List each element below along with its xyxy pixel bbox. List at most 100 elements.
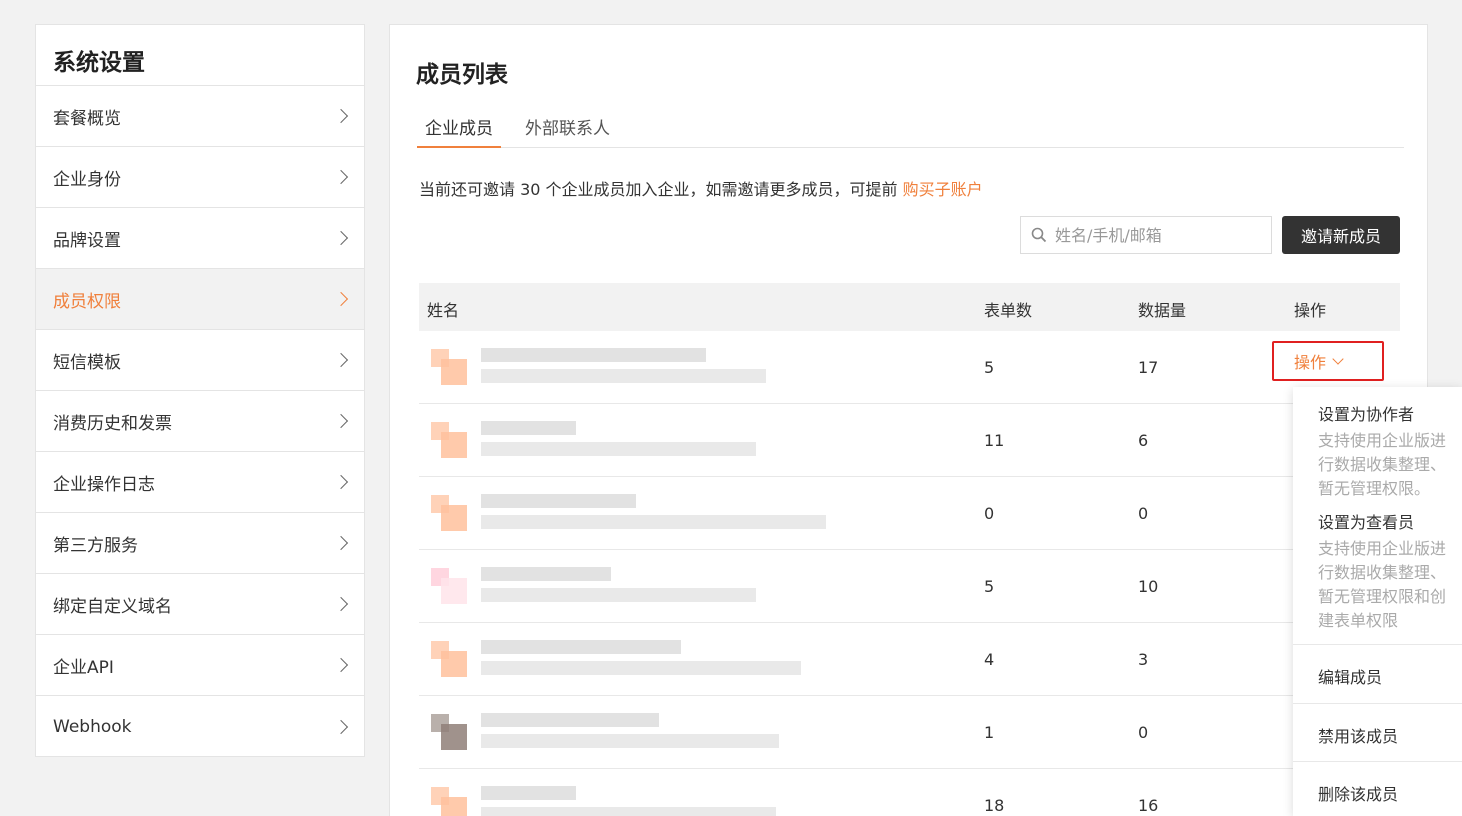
sidebar-item-label: 品牌设置 xyxy=(53,230,121,251)
member-table: 姓名 表单数 数据量 操作 5 17 操作 11 6 0 0 5 10 4 3 … xyxy=(419,283,1400,816)
forms-count: 11 xyxy=(984,431,1005,450)
sidebar-item-label: 消费历史和发票 xyxy=(53,413,172,434)
sidebar-item-label: 套餐概览 xyxy=(53,108,121,129)
data-count: 17 xyxy=(1138,358,1159,377)
search-input[interactable] xyxy=(1055,225,1255,245)
sidebar-title: 系统设置 xyxy=(36,25,364,86)
buy-sub-account-link[interactable]: 购买子账户 xyxy=(903,180,983,199)
chevron-right-icon xyxy=(333,169,349,185)
sidebar-item-webhook[interactable]: Webhook xyxy=(36,696,364,757)
sidebar-item-plan-overview[interactable]: 套餐概览 xyxy=(36,86,364,147)
member-contact-redacted xyxy=(481,661,801,675)
invite-member-button[interactable]: 邀请新成员 xyxy=(1282,216,1400,254)
member-contact-redacted xyxy=(481,442,756,456)
forms-count: 5 xyxy=(984,577,995,596)
sidebar-item-label: 企业操作日志 xyxy=(53,474,155,495)
sidebar-item-enterprise-identity[interactable]: 企业身份 xyxy=(36,147,364,208)
sidebar-item-custom-domain[interactable]: 绑定自定义域名 xyxy=(36,574,364,635)
chevron-right-icon xyxy=(333,413,349,429)
sidebar-item-label: 成员权限 xyxy=(53,291,121,312)
data-count: 0 xyxy=(1138,504,1149,523)
avatar xyxy=(431,787,467,816)
search-icon xyxy=(1031,227,1047,243)
sidebar-item-brand-settings[interactable]: 品牌设置 xyxy=(36,208,364,269)
menu-item-edit-member[interactable]: 编辑成员 xyxy=(1318,664,1382,688)
member-name-redacted xyxy=(481,494,636,508)
member-name-redacted xyxy=(481,421,576,435)
menu-item-delete-member[interactable]: 删除该成员 xyxy=(1318,781,1398,805)
table-row: 0 0 xyxy=(419,477,1400,550)
member-contact-redacted xyxy=(481,734,779,748)
member-name-redacted xyxy=(481,713,659,727)
member-name-redacted xyxy=(481,640,681,654)
table-row: 5 10 xyxy=(419,550,1400,623)
row-actions-dropdown[interactable]: 操作 xyxy=(1272,341,1384,381)
avatar xyxy=(431,495,467,531)
forms-count: 1 xyxy=(984,723,995,742)
menu-item-desc: 支持使用企业版进行数据收集整理、暂无管理权限。 xyxy=(1318,431,1447,498)
notice-text: 当前还可邀请 30 个企业成员加入企业，如需邀请更多成员，可提前 xyxy=(419,180,903,199)
avatar xyxy=(431,568,467,604)
header-data: 数据量 xyxy=(1138,301,1187,320)
avatar xyxy=(431,714,467,750)
menu-item-disable-member[interactable]: 禁用该成员 xyxy=(1318,723,1398,747)
chevron-right-icon xyxy=(333,596,349,612)
table-row: 5 17 操作 xyxy=(419,331,1400,404)
table-header: 姓名 表单数 数据量 操作 xyxy=(419,283,1400,331)
chevron-right-icon xyxy=(333,719,349,734)
tab-external-contacts[interactable]: 外部联系人 xyxy=(525,114,610,147)
table-row: 1 0 xyxy=(419,696,1400,769)
sidebar-item-label: 企业API xyxy=(53,657,114,678)
avatar xyxy=(431,422,467,458)
member-name-redacted xyxy=(481,567,611,581)
menu-divider xyxy=(1293,761,1462,762)
table-row: 11 6 xyxy=(419,404,1400,477)
actions-dropdown-menu: 设置为协作者 支持使用企业版进行数据收集整理、暂无管理权限。 设置为查看员 支持… xyxy=(1293,387,1462,816)
sidebar-item-third-party[interactable]: 第三方服务 xyxy=(36,513,364,574)
actions-label: 操作 xyxy=(1294,353,1327,372)
forms-count: 0 xyxy=(984,504,995,523)
member-name-redacted xyxy=(481,348,706,362)
avatar xyxy=(431,349,467,385)
sidebar-item-operation-log[interactable]: 企业操作日志 xyxy=(36,452,364,513)
chevron-right-icon xyxy=(333,352,349,368)
invite-quota-notice: 当前还可邀请 30 个企业成员加入企业，如需邀请更多成员，可提前 购买子账户 xyxy=(419,176,983,200)
data-count: 0 xyxy=(1138,723,1149,742)
chevron-right-icon xyxy=(333,291,349,307)
sidebar-item-member-permissions[interactable]: 成员权限 xyxy=(36,269,364,330)
tab-enterprise-members[interactable]: 企业成员 xyxy=(417,114,501,148)
sidebar-item-sms-templates[interactable]: 短信模板 xyxy=(36,330,364,391)
sidebar-item-label: 短信模板 xyxy=(53,352,121,373)
member-search-box[interactable] xyxy=(1020,216,1272,254)
table-row: 18 16 xyxy=(419,769,1400,816)
forms-count: 18 xyxy=(984,796,1005,815)
chevron-right-icon xyxy=(333,535,349,551)
member-contact-redacted xyxy=(481,588,756,602)
data-count: 10 xyxy=(1138,577,1159,596)
member-tabs: 企业成员 外部联系人 xyxy=(417,114,1404,148)
chevron-down-icon xyxy=(1332,353,1344,365)
header-name: 姓名 xyxy=(427,301,460,320)
chevron-right-icon xyxy=(333,108,349,124)
sidebar-item-label: Webhook xyxy=(53,716,132,737)
member-contact-redacted xyxy=(481,515,826,529)
settings-sidebar: 系统设置 套餐概览 企业身份 品牌设置 成员权限 短信模板 消费历史和发票 企业… xyxy=(35,24,365,757)
member-name-redacted xyxy=(481,786,576,800)
menu-item-set-viewer[interactable]: 设置为查看员 xyxy=(1318,509,1414,533)
avatar xyxy=(431,641,467,677)
header-actions: 操作 xyxy=(1294,301,1327,320)
menu-item-set-collaborator[interactable]: 设置为协作者 xyxy=(1318,401,1414,425)
member-list-panel: 成员列表 企业成员 外部联系人 当前还可邀请 30 个企业成员加入企业，如需邀请… xyxy=(389,24,1428,816)
sidebar-item-label: 绑定自定义域名 xyxy=(53,596,172,617)
forms-count: 4 xyxy=(984,650,995,669)
menu-item-desc: 支持使用企业版进行数据收集整理、暂无管理权限和创建表单权限 xyxy=(1318,539,1447,630)
sidebar-item-label: 第三方服务 xyxy=(53,535,138,556)
page-title: 成员列表 xyxy=(416,62,508,88)
forms-count: 5 xyxy=(984,358,995,377)
sidebar-item-billing-invoices[interactable]: 消费历史和发票 xyxy=(36,391,364,452)
sidebar-item-label: 企业身份 xyxy=(53,169,121,190)
menu-divider xyxy=(1293,644,1462,645)
sidebar-item-enterprise-api[interactable]: 企业API xyxy=(36,635,364,696)
data-count: 16 xyxy=(1138,796,1159,815)
chevron-right-icon xyxy=(333,657,349,673)
